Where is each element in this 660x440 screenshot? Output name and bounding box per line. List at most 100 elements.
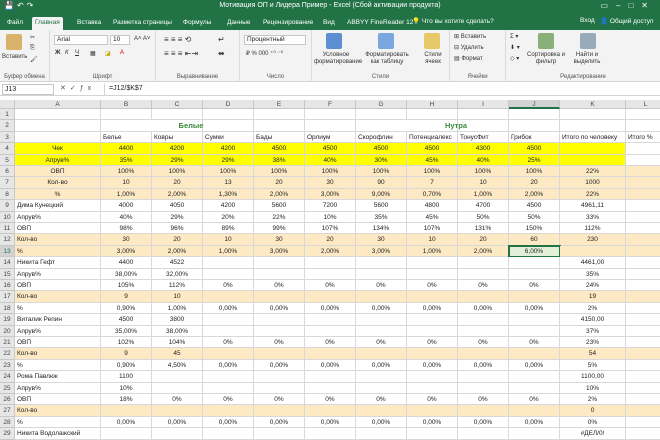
cell-b26[interactable]: 18% <box>101 394 152 406</box>
cell-b12[interactable]: 30 <box>101 234 152 246</box>
cell-g1[interactable] <box>356 109 407 121</box>
cell-d19[interactable] <box>203 314 254 326</box>
cell-l21[interactable] <box>626 337 660 349</box>
cell-e1[interactable] <box>254 109 305 121</box>
cell-g4[interactable]: 4500 <box>356 143 407 155</box>
cell-l25[interactable] <box>626 382 660 394</box>
paste-icon[interactable] <box>6 34 22 50</box>
column-header-a[interactable]: A <box>15 100 101 109</box>
cell-k19[interactable]: 4150,00 <box>560 314 626 326</box>
cell-d25[interactable] <box>203 382 254 394</box>
cell-f6[interactable]: 100% <box>305 166 356 178</box>
bold-button[interactable]: Ж <box>55 50 60 56</box>
cell-f27[interactable] <box>305 405 356 417</box>
cell-h8[interactable]: 0,70% <box>407 188 458 201</box>
row-header-13[interactable]: 13 <box>0 245 15 258</box>
cell-l5[interactable] <box>626 154 660 166</box>
cell-k28[interactable]: 0% <box>560 416 626 429</box>
cell-e8[interactable]: 2,00% <box>254 188 305 201</box>
cell-g26[interactable]: 0% <box>356 394 407 406</box>
cell-g27[interactable] <box>356 405 407 417</box>
cell-i20[interactable] <box>458 325 509 337</box>
row-header-27[interactable]: 27 <box>0 405 15 417</box>
cell-f11[interactable]: 107% <box>305 223 356 235</box>
cell-e13[interactable]: 3,00% <box>254 245 305 258</box>
cell-j9[interactable]: 4500 <box>509 200 560 212</box>
cell-c17[interactable]: 10 <box>152 291 203 303</box>
cell-e23[interactable]: 0,00% <box>254 359 305 372</box>
cell-a17[interactable]: Кол-во <box>15 291 101 303</box>
tab-review[interactable]: Рецензирование <box>260 17 316 30</box>
borders-icon[interactable]: ▦ <box>90 50 96 57</box>
cell-a6[interactable]: ОВП <box>15 166 101 178</box>
cell-k25[interactable]: 10% <box>560 382 626 394</box>
cell-a21[interactable]: ОВП <box>15 337 101 349</box>
cell-d22[interactable] <box>203 348 254 360</box>
cell-b13[interactable]: 3,00% <box>101 245 152 258</box>
cell-d10[interactable]: 20% <box>203 211 254 223</box>
cell-k12[interactable]: 230 <box>560 234 626 246</box>
cell-h27[interactable] <box>407 405 458 417</box>
cell-k1[interactable] <box>560 109 626 121</box>
cell-c18[interactable]: 1,00% <box>152 302 203 315</box>
cell-f17[interactable] <box>305 291 356 303</box>
cell-e22[interactable] <box>254 348 305 360</box>
cell-c19[interactable]: 3800 <box>152 314 203 326</box>
cell-j20[interactable] <box>509 325 560 337</box>
cell-b17[interactable]: 9 <box>101 291 152 303</box>
tab-abbyy[interactable]: ABBYY FineReader 12 <box>344 17 416 30</box>
cell-c14[interactable]: 4522 <box>152 257 203 269</box>
cell-a1[interactable] <box>15 109 101 121</box>
row-header-2[interactable]: 2 <box>0 120 15 132</box>
cell-d18[interactable]: 0,00% <box>203 302 254 315</box>
cell-f1[interactable] <box>305 109 356 121</box>
cell-b15[interactable]: 38,00% <box>101 268 152 280</box>
share-button[interactable]: 👤 Общий доступ <box>600 17 654 25</box>
row-header-5[interactable]: 5 <box>0 154 15 166</box>
row-header-14[interactable]: 14 <box>0 257 15 269</box>
row-header-11[interactable]: 11 <box>0 223 15 235</box>
cell-k21[interactable]: 23% <box>560 337 626 349</box>
number-format-select[interactable]: Процентный <box>244 35 306 45</box>
row-header-19[interactable]: 19 <box>0 314 15 326</box>
cell-h5[interactable]: 45% <box>407 154 458 166</box>
cell-j25[interactable] <box>509 382 560 394</box>
fill-color-icon[interactable]: ◪ <box>105 50 111 57</box>
cell-g3[interactable]: Скорофлин <box>356 131 407 144</box>
sort-filter-icon[interactable] <box>538 33 554 49</box>
cell-e14[interactable] <box>254 257 305 269</box>
cell-f10[interactable]: 10% <box>305 211 356 223</box>
cell-i25[interactable] <box>458 382 509 394</box>
cell-c16[interactable]: 112% <box>152 280 203 292</box>
cell-c10[interactable]: 29% <box>152 211 203 223</box>
align-left-icons[interactable]: ≡ ≡ ≡ ⇤⇥ <box>164 49 198 58</box>
cell-j24[interactable] <box>509 371 560 383</box>
cell-d3[interactable]: Сумки <box>203 131 254 144</box>
cell-a26[interactable]: ОВП <box>15 394 101 406</box>
cell-a4[interactable]: Чек <box>15 143 101 155</box>
cell-g24[interactable] <box>356 371 407 383</box>
cell-l19[interactable] <box>626 314 660 326</box>
row-header-21[interactable]: 21 <box>0 337 15 349</box>
tab-formulas[interactable]: Формулы <box>180 17 214 30</box>
cell-i13[interactable]: 2,00% <box>458 245 509 258</box>
cell-a22[interactable]: Кол-во <box>15 348 101 360</box>
cell-k29[interactable]: #ДЕЛ/0! <box>560 428 626 440</box>
cell-j27[interactable] <box>509 405 560 417</box>
cell-d11[interactable]: 89% <box>203 223 254 235</box>
insert-cells-button[interactable]: ⊞ Вставить <box>454 33 486 40</box>
tab-view[interactable]: Вид <box>320 17 338 30</box>
cell-h9[interactable]: 4800 <box>407 200 458 212</box>
tab-page-layout[interactable]: Разметка страницы <box>110 17 175 30</box>
wrap-text-icon[interactable]: ↵ <box>218 35 225 44</box>
cell-g21[interactable]: 0% <box>356 337 407 349</box>
column-header-h[interactable]: H <box>407 100 458 109</box>
row-header-26[interactable]: 26 <box>0 394 15 406</box>
cell-g14[interactable] <box>356 257 407 269</box>
cell-e7[interactable]: 20 <box>254 177 305 189</box>
cell-h4[interactable]: 4500 <box>407 143 458 155</box>
cell-l12[interactable] <box>626 234 660 246</box>
cell-k16[interactable]: 24% <box>560 280 626 292</box>
cell-i24[interactable] <box>458 371 509 383</box>
cell-f8[interactable]: 3,00% <box>305 188 356 201</box>
